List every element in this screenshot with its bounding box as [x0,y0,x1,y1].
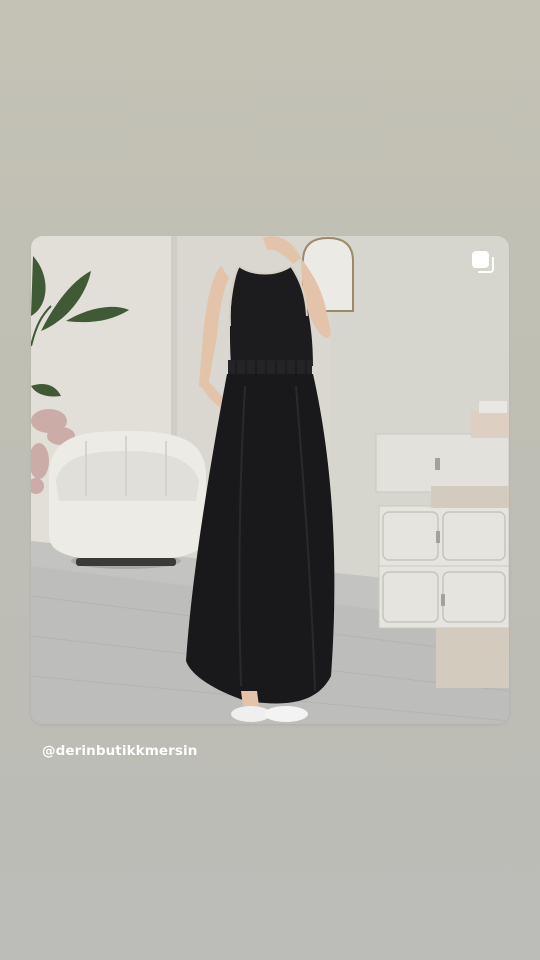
post-username[interactable]: @derinbutikkmersin [42,743,197,759]
carousel-icon [472,251,494,273]
post-photo [31,236,509,724]
armchair [49,431,206,569]
shared-post-card[interactable] [31,236,509,724]
story-viewer: @derinbutikkmersin [0,0,540,960]
